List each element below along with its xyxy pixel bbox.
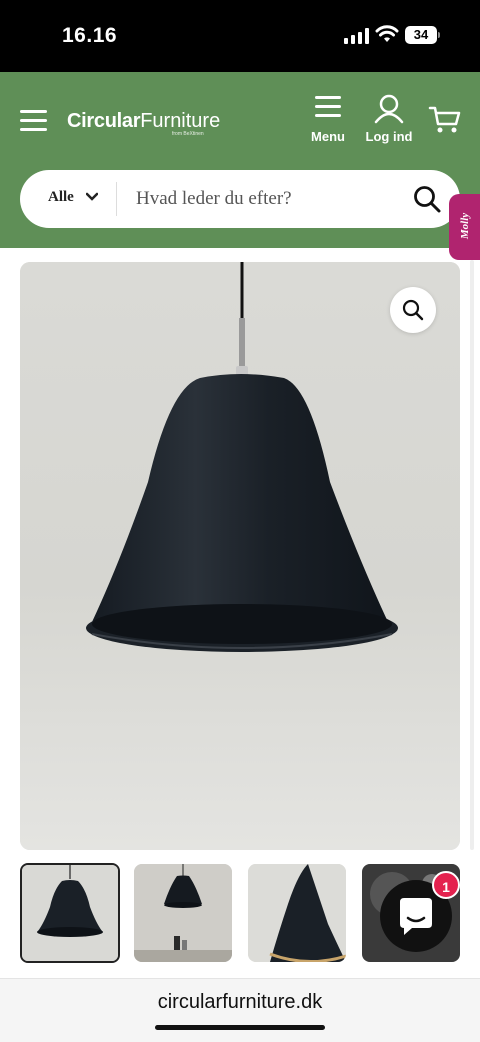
home-indicator[interactable]	[155, 1025, 325, 1030]
status-bar: 16.16 34	[0, 0, 480, 72]
zoom-button[interactable]	[390, 287, 436, 333]
molly-label: Molly	[459, 212, 471, 240]
menu-icon	[315, 96, 341, 118]
logo-tagline: from BeXtinen	[172, 131, 204, 137]
search-divider	[116, 182, 117, 216]
url-text: circularfurniture.dk	[157, 991, 323, 1013]
search-category-select[interactable]: Alle	[48, 189, 74, 206]
search-icon[interactable]	[412, 184, 442, 214]
logo-light-text: Furniture	[140, 110, 221, 132]
logo-bold-text: Circular	[67, 110, 141, 132]
zoom-icon	[402, 299, 424, 321]
pendant-lamp-thumb	[22, 865, 118, 961]
thumbnail-2[interactable]	[134, 864, 232, 962]
hamburger-icon[interactable]	[20, 108, 48, 132]
product-main-image[interactable]	[20, 262, 460, 850]
black-pendant-lamp-image	[20, 262, 460, 850]
browser-url-bar[interactable]: circularfurniture.dk	[0, 978, 480, 1042]
signal-icon	[344, 28, 370, 44]
site-logo[interactable]: CircularFurniture	[67, 110, 220, 133]
battery-icon: 34	[405, 26, 437, 44]
menu-button[interactable]: Menu	[306, 94, 350, 146]
battery-tip	[438, 32, 440, 38]
login-button[interactable]: Log ind	[364, 94, 414, 146]
scrollbar[interactable]	[470, 260, 474, 850]
pendant-lamp-closeup-thumb	[248, 864, 346, 962]
search-bar: Alle	[20, 170, 460, 228]
wifi-icon	[375, 25, 399, 42]
chevron-down-icon[interactable]	[86, 192, 98, 202]
user-icon	[374, 94, 404, 124]
login-label: Log ind	[365, 129, 413, 144]
thumbnail-1[interactable]	[20, 863, 120, 963]
search-input[interactable]	[136, 184, 396, 214]
menu-label: Menu	[311, 129, 345, 144]
pendant-lamp-room-thumb	[134, 864, 232, 962]
status-time: 16.16	[62, 24, 118, 47]
molly-widget-tab[interactable]: Molly	[449, 194, 480, 260]
chat-notification-badge: 1	[432, 871, 460, 899]
cart-icon[interactable]	[428, 104, 462, 136]
thumbnail-3[interactable]	[248, 864, 346, 962]
